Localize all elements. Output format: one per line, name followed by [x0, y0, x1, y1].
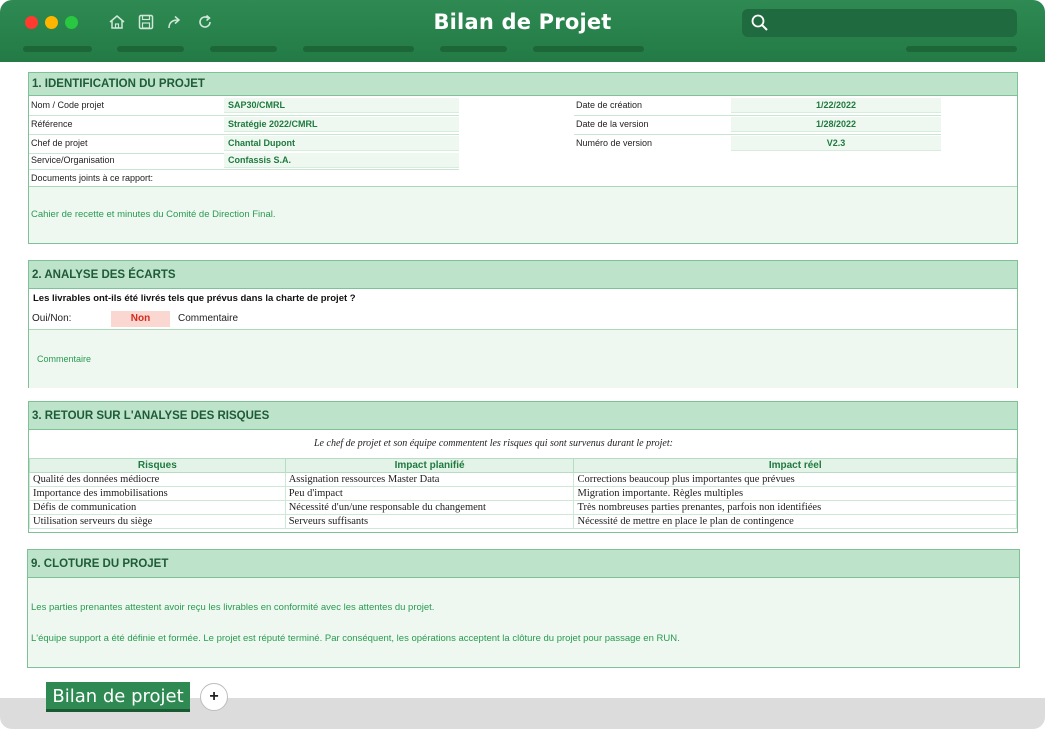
table-cell[interactable]: Nécessité de mettre en place le plan de … — [573, 514, 1017, 529]
field-label: Service/Organisation — [31, 155, 115, 165]
ribbon-tab-3[interactable] — [210, 46, 277, 52]
ribbon-tab-4[interactable] — [303, 46, 414, 52]
field-value[interactable]: SAP30/CMRL — [224, 98, 459, 113]
comment-box[interactable] — [29, 329, 1017, 388]
add-sheet-button[interactable]: + — [200, 683, 228, 711]
field-label: Numéro de version — [576, 138, 653, 148]
table-row: Importance des immobilisations Peu d'imp… — [29, 486, 1017, 501]
field-label: Date de la version — [576, 119, 649, 129]
section-identification: 1. IDENTIFICATION DU PROJET Nom / Code p… — [28, 72, 1018, 244]
row-divider — [574, 115, 941, 116]
ribbon-tab-2[interactable] — [117, 46, 184, 52]
table-cell[interactable]: Migration importante. Règles multiples — [573, 486, 1017, 501]
search-input[interactable] — [742, 9, 1017, 37]
field-label: Nom / Code projet — [31, 100, 105, 110]
app-window: Bilan de Projet 1. IDENTIFICATION DU PRO… — [0, 0, 1045, 729]
field-value[interactable]: 1/22/2022 — [731, 98, 941, 113]
field-label: Référence — [31, 119, 73, 129]
section-cloture: 9. CLOTURE DU PROJET Les parties prenant… — [27, 549, 1020, 668]
column-header[interactable]: Risques — [29, 458, 286, 473]
closure-line-1: Les parties prenantes attestent avoir re… — [31, 602, 435, 613]
title-bar: Bilan de Projet — [0, 0, 1045, 62]
sheet-tab-bilan[interactable]: Bilan de projet — [46, 682, 190, 712]
documents-label: Documents joints à ce rapport: — [31, 173, 154, 183]
section-title: 1. IDENTIFICATION DU PROJET — [29, 73, 1017, 96]
risks-note: Le chef de projet et son équipe commente… — [314, 438, 673, 449]
table-row: Utilisation serveurs du siège Serveurs s… — [29, 514, 1017, 529]
table-cell[interactable]: Nécessité d'un/une responsable du change… — [284, 500, 575, 515]
row-divider — [29, 169, 459, 170]
table-cell[interactable]: Assignation ressources Master Data — [284, 472, 575, 487]
ribbon-tab-6[interactable] — [533, 46, 644, 52]
ribbon-tab-7[interactable] — [906, 46, 1017, 52]
closure-box[interactable] — [28, 578, 1019, 667]
closure-line-2: L'équipe support a été définie et formée… — [31, 633, 680, 644]
section-title: 9. CLOTURE DU PROJET — [28, 550, 1019, 578]
spreadsheet-area[interactable]: 1. IDENTIFICATION DU PROJET Nom / Code p… — [0, 62, 1045, 698]
deliverables-question: Les livrables ont-ils été livrés tels qu… — [33, 293, 356, 304]
table-cell[interactable]: Importance des immobilisations — [29, 486, 286, 501]
field-value[interactable]: 1/28/2022 — [731, 117, 941, 132]
section-title: 2. ANALYSE DES ÉCARTS — [29, 261, 1017, 289]
comment-label: Commentaire — [178, 313, 239, 324]
section-analyse-ecarts: 2. ANALYSE DES ÉCARTS Les livrables ont-… — [28, 260, 1018, 388]
risks-table: Risques Impact planifié Impact réel Qual… — [29, 458, 1017, 529]
section-title: 3. RETOUR SUR L'ANALYSE DES RISQUES — [29, 402, 1017, 430]
row-divider — [29, 134, 459, 135]
column-header[interactable]: Impact planifié — [284, 458, 575, 473]
table-cell[interactable]: Serveurs suffisants — [284, 514, 575, 529]
table-header-row: Risques Impact planifié Impact réel — [29, 458, 1017, 473]
field-value[interactable]: Chantal Dupont — [224, 136, 459, 151]
column-header[interactable]: Impact réel — [573, 458, 1017, 473]
row-divider — [29, 115, 459, 116]
table-cell[interactable]: Peu d'impact — [284, 486, 575, 501]
section-risques: 3. RETOUR SUR L'ANALYSE DES RISQUES Le c… — [28, 401, 1018, 533]
row-divider — [574, 134, 941, 135]
yesno-label: Oui/Non: — [32, 313, 72, 324]
table-cell[interactable]: Corrections beaucoup plus importantes qu… — [573, 472, 1017, 487]
table-cell[interactable]: Très nombreuses parties prenantes, parfo… — [573, 500, 1017, 515]
ribbon-tab-5[interactable] — [440, 46, 507, 52]
table-row: Qualité des données médiocre Assignation… — [29, 472, 1017, 487]
field-value[interactable]: Confassis S.A. — [224, 153, 459, 168]
field-label: Date de création — [576, 100, 643, 110]
table-cell[interactable]: Utilisation serveurs du siège — [29, 514, 286, 529]
field-value[interactable]: V2.3 — [731, 136, 941, 151]
comment-text: Commentaire — [37, 354, 92, 364]
search-icon — [751, 14, 768, 31]
documents-text: Cahier de recette et minutes du Comité d… — [31, 209, 276, 220]
yesno-value[interactable]: Non — [111, 311, 170, 327]
ribbon-tab-1[interactable] — [23, 46, 92, 52]
table-row: Défis de communication Nécessité d'un/un… — [29, 500, 1017, 515]
field-label: Chef de projet — [31, 138, 88, 148]
table-cell[interactable]: Défis de communication — [29, 500, 286, 515]
field-value[interactable]: Stratégie 2022/CMRL — [224, 117, 459, 132]
table-cell[interactable]: Qualité des données médiocre — [29, 472, 286, 487]
